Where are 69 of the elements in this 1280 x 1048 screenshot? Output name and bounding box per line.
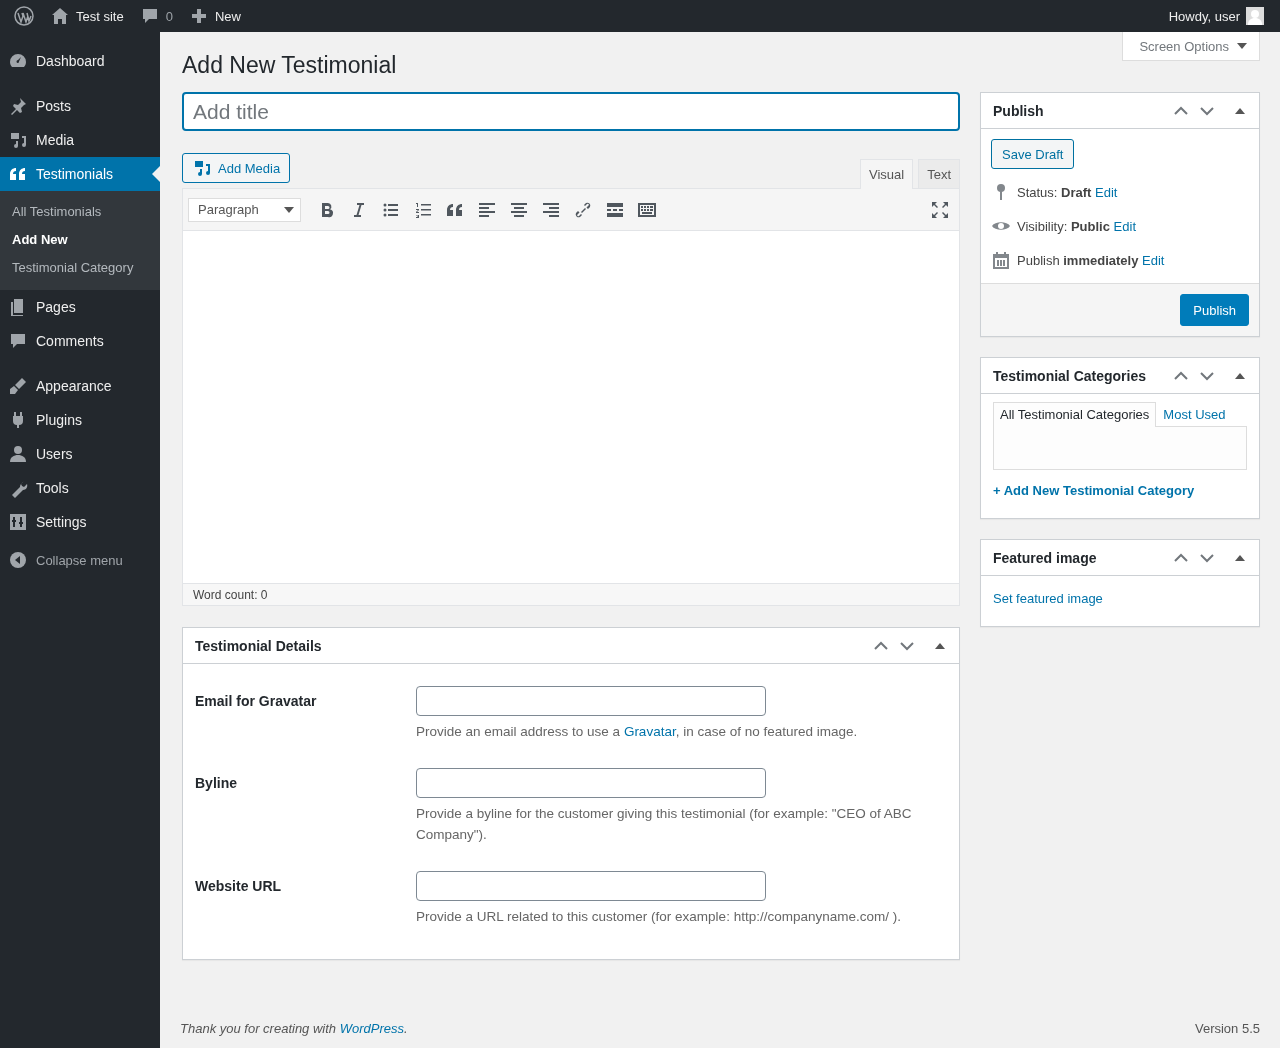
submenu-item[interactable]: All Testimonials [0,198,160,226]
comments-link[interactable]: 0 [131,0,181,32]
avatar-icon [1246,7,1264,25]
edit-link[interactable]: Edit [1142,252,1165,268]
person-icon [8,444,28,464]
publish-setting: Status: Draft Edit [1017,184,1118,200]
editor-tab[interactable]: Text [918,159,960,188]
field-label: Email for Gravatar [195,692,318,711]
site-link[interactable]: Test site [42,0,132,32]
title-field[interactable]: Add title [182,92,960,131]
screen-options-button[interactable]: Screen Options [1122,32,1260,61]
set-featured-image-link[interactable]: Set featured image [993,591,1103,606]
sidebar-item[interactable]: Comments [0,324,160,358]
field-label: Website URL [195,877,283,896]
sliders-icon [8,512,28,532]
field-description: Provide an email address to use a Gravatar, in case of no featured image. [416,723,859,741]
publish-button[interactable]: Publish [1180,294,1249,326]
add-media-button[interactable]: Add Media [182,153,291,183]
new-link[interactable]: New [180,0,249,32]
sidebar-item[interactable]: Tools [0,471,160,505]
box-title: Featured image [993,549,1098,566]
input-field[interactable] [416,871,766,901]
sidebar-item[interactable]: Appearance [0,369,160,403]
sidebar-item[interactable]: Media [0,123,160,157]
wordpress-link[interactable]: WordPress [339,1021,404,1036]
save-draft-button[interactable]: Save Draft [991,139,1075,169]
media-icon [192,158,212,178]
sidebar-item[interactable]: Posts [0,89,160,123]
speech-bubble-icon [8,331,28,351]
collapse-menu-button[interactable]: Collapse menu [0,550,160,570]
publish-setting: Publish immediately Edit [1017,252,1165,268]
input-field[interactable] [416,768,766,798]
caret-icon [1237,43,1247,49]
box-title: Publish [993,102,1045,119]
footer-text: Thank you for creating with WordPress. [180,1021,408,1036]
editor-tab[interactable]: Visual [859,159,914,189]
house-icon [50,6,70,26]
format-select[interactable]: Paragraph [188,197,301,222]
wordpress-logo-icon[interactable] [14,6,34,26]
sidebar-item[interactable]: Pages [0,290,160,324]
edit-link[interactable]: Edit [1113,218,1136,234]
field-description: Provide a byline for the customer giving this testimonial (for example: "CEO of ABC Company"). [416,805,913,844]
brush-icon [8,376,28,396]
gravatar-link[interactable]: Gravatar [623,724,676,739]
box-title: Testimonial Categories [993,367,1147,384]
sidebar-item[interactable]: Testimonials [0,157,160,191]
sidebar-item[interactable]: Dashboard [0,44,160,78]
word-count: Word count: 0 [183,583,959,605]
sidebar-item[interactable]: Users [0,437,160,471]
field-description: Provide a URL related to this customer (for example: http://companyname.com/ ). [416,908,902,926]
page-title: Add New Testimonial [182,52,398,78]
edit-link[interactable]: Edit [1095,184,1118,200]
box-title: Testimonial Details [195,637,323,654]
submenu-item[interactable]: Add New [0,226,160,254]
publish-setting: Visibility: Public Edit [1017,218,1136,234]
sidebar-item[interactable]: Plugins [0,403,160,437]
input-field[interactable] [416,686,766,716]
submenu-item[interactable]: Testimonial Category [0,254,160,282]
calendar-icon [991,250,1011,270]
category-tab[interactable]: Most Used [1156,402,1233,427]
fullscreen-icon[interactable] [930,199,950,220]
category-tab[interactable]: All Testimonial Categories [993,402,1157,427]
account-link[interactable]: Howdy, user [1160,0,1272,32]
sidebar-item[interactable]: Settings [0,505,160,539]
add-category-link[interactable]: + Add New Testimonial Category [993,483,1195,498]
field-label: Byline [195,774,238,793]
media-icon [8,130,28,150]
version-text: Version 5.5 [1194,1021,1260,1036]
caret-icon [284,206,294,213]
